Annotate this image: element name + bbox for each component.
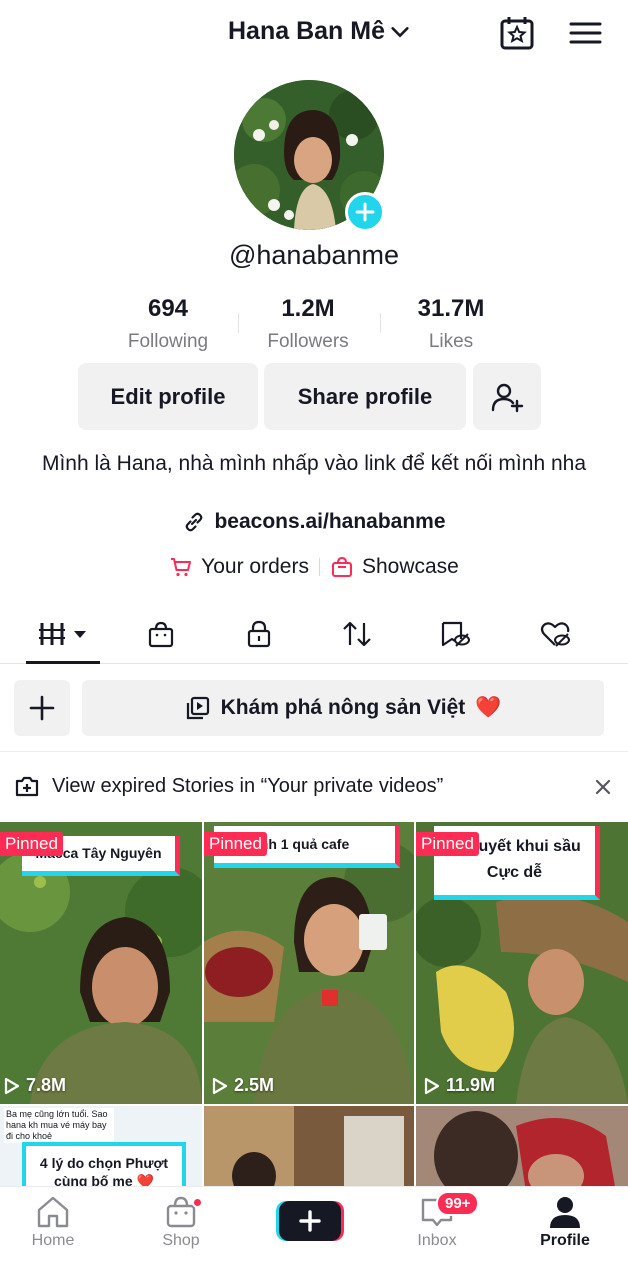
view-count-text: 11.9M: [446, 1075, 496, 1095]
view-count: 7.8M: [4, 1075, 66, 1096]
showcase-link[interactable]: Showcase: [330, 555, 459, 579]
top-bar: Hana Ban Mê: [0, 0, 628, 66]
add-user-icon: [491, 383, 524, 412]
profile-avatar[interactable]: [234, 80, 385, 232]
pinned-badge: Pinned: [204, 832, 267, 856]
tab-videos[interactable]: [26, 606, 100, 662]
profile-bio: Mình là Hana, nhà mình nhấp vào link để …: [41, 452, 586, 475]
stat-label: Likes: [428, 331, 474, 352]
view-count-text: 7.8M: [26, 1075, 67, 1095]
create-playlist-button[interactable]: [14, 680, 70, 736]
view-count: 2.5M: [212, 1075, 274, 1096]
plus-icon: [355, 202, 375, 222]
stat-followers[interactable]: 1.2M Followers: [235, 295, 381, 353]
tab-shop[interactable]: [124, 606, 198, 662]
create-button[interactable]: [276, 1199, 344, 1243]
menu-icon[interactable]: [566, 14, 604, 52]
video-thumbnail[interactable]: Bí quyết khui sầu Cực dễ Pinned 11.9M: [416, 822, 628, 1104]
view-count-text: 2.5M: [234, 1075, 275, 1095]
play-icon: [4, 1077, 20, 1094]
nav-label: Home: [31, 1232, 75, 1249]
tab-reposts[interactable]: [320, 606, 394, 662]
video-caption: 4 lý do chọn Phượt cùng bố mẹ ❤️: [22, 1142, 186, 1192]
home-icon: [37, 1196, 69, 1228]
stat-likes[interactable]: 31.7M Likes: [378, 295, 524, 353]
stat-following[interactable]: 694 Following: [95, 295, 241, 353]
showcase-label: Showcase: [361, 555, 459, 578]
heart-hidden-icon: [540, 622, 570, 647]
pinned-badge: Pinned: [416, 832, 479, 856]
stat-label: Following: [127, 331, 209, 352]
tab-favorites[interactable]: [418, 606, 492, 662]
tab-private[interactable]: [222, 606, 296, 662]
link-icon: [186, 512, 203, 532]
nav-label: Inbox: [417, 1232, 457, 1249]
video-thumbnail[interactable]: [204, 1106, 414, 1192]
repost-icon: [343, 621, 371, 647]
play-icon: [424, 1077, 440, 1094]
plus-icon: [29, 695, 55, 721]
video-thumbnail[interactable]: nh 1 quả cafe Pinned 2.5M: [204, 822, 414, 1104]
divider: [318, 558, 320, 576]
cart-icon: [171, 558, 192, 577]
shop-row: Your orders Showcase: [0, 555, 628, 579]
video-comment-caption: Ba mẹ cũng lớn tuổi. Sao hana kh mua vé …: [4, 1108, 114, 1143]
stat-value: 31.7M: [417, 295, 485, 322]
link-text: beacons.ai/hanabanme: [214, 510, 446, 533]
share-profile-button[interactable]: Share profile: [264, 363, 466, 430]
chevron-down-icon: [391, 26, 409, 37]
bookmark-hidden-icon: [441, 621, 470, 647]
add-friends-button[interactable]: [473, 363, 541, 430]
profile-icon: [550, 1197, 580, 1228]
create-plus-icon: [276, 1201, 344, 1241]
nav-profile[interactable]: Profile: [520, 1195, 610, 1250]
stat-value: 1.2M: [281, 295, 335, 322]
your-orders-link[interactable]: Your orders: [169, 555, 309, 579]
pinned-badge: Pinned: [0, 832, 63, 856]
nav-shop[interactable]: Shop: [136, 1195, 226, 1250]
videos-grid-icon: [39, 623, 86, 645]
nav-home[interactable]: Home: [8, 1195, 98, 1250]
video-thumbnail[interactable]: Ba mẹ cũng lớn tuổi. Sao hana kh mua vé …: [0, 1106, 202, 1192]
video-thumbnail[interactable]: Macca Tây Nguyên Pinned 7.8M: [0, 822, 202, 1104]
nav-inbox[interactable]: Inbox 99+: [392, 1191, 482, 1250]
add-story-button[interactable]: [345, 192, 385, 232]
active-tab-indicator: [26, 661, 100, 664]
stat-value: 694: [147, 295, 189, 322]
view-count: 11.9M: [424, 1075, 495, 1096]
playlist-title: Khám phá nông sản Việt: [220, 696, 466, 719]
account-name: Hana Ban Mê: [228, 17, 385, 45]
nav-label: Profile: [540, 1232, 590, 1249]
inbox-badge: 99+: [436, 1191, 480, 1216]
edit-profile-button[interactable]: Edit profile: [78, 363, 258, 430]
notification-dot: [192, 1197, 203, 1208]
divider: [0, 751, 628, 752]
username: @hanabanme: [228, 240, 400, 270]
camera-plus-icon: [15, 776, 39, 797]
bottom-navigation: Home Shop Inbox 99+ Profile: [0, 1186, 628, 1280]
stories-notice: View expired Stories in “Your private vi…: [14, 774, 614, 798]
profile-link[interactable]: beacons.ai/hanabanme: [0, 510, 628, 534]
close-icon[interactable]: [592, 776, 614, 798]
tab-liked[interactable]: [518, 606, 592, 662]
your-orders-label: Your orders: [201, 555, 309, 578]
profile-tabs: [0, 606, 628, 664]
playlist-icon: [186, 696, 209, 720]
lock-icon: [247, 620, 271, 648]
video-thumbnail[interactable]: [416, 1106, 628, 1192]
shopping-bag-icon: [331, 556, 352, 577]
nav-label: Shop: [162, 1232, 200, 1249]
playlist-chip[interactable]: Khám phá nông sản Việt ❤️: [82, 680, 604, 736]
stories-notice-text[interactable]: View expired Stories in “Your private vi…: [52, 775, 443, 798]
play-icon: [212, 1077, 228, 1094]
shopping-bag-icon: [148, 621, 174, 648]
stat-label: Followers: [267, 331, 349, 352]
video-grid: Macca Tây Nguyên Pinned 7.8M nh 1 quả ca…: [0, 822, 628, 1192]
heart-emoji: ❤️: [475, 696, 502, 719]
account-switcher[interactable]: Hana Ban Mê: [228, 17, 411, 46]
calendar-star-icon[interactable]: [498, 14, 536, 52]
profile-stats: 694 Following 1.2M Followers 31.7M Likes: [95, 295, 535, 355]
